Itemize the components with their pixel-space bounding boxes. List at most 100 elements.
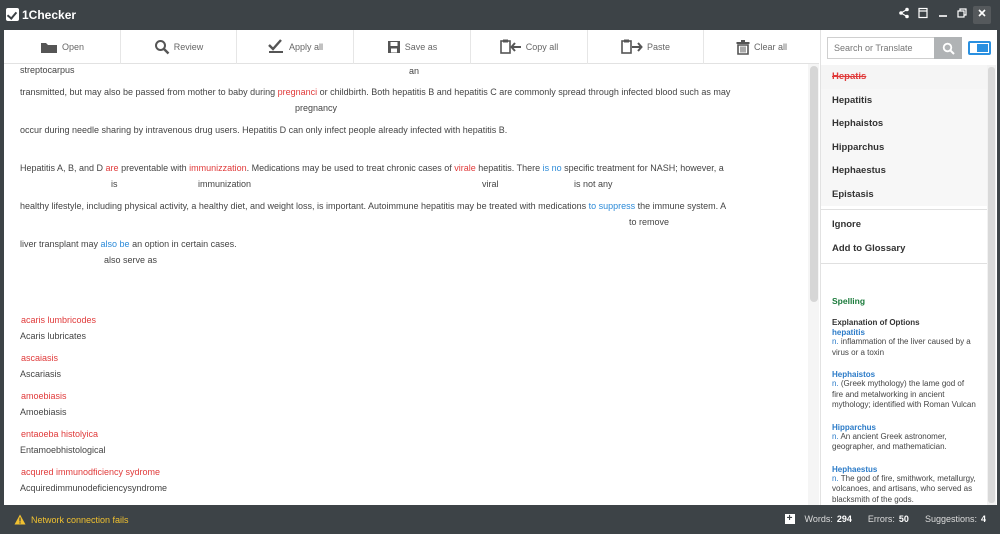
error-word[interactable]: virale: [454, 163, 476, 173]
explanation-def: n. (Greek mythology) the lame god of fir…: [832, 379, 977, 411]
suggestion-label[interactable]: is: [111, 179, 118, 189]
error-word[interactable]: pregnanci: [278, 87, 318, 97]
part-of-speech: n.: [832, 431, 839, 441]
term-error[interactable]: amoebiasis: [21, 391, 67, 401]
explanation-word: Hipparchus: [832, 422, 877, 432]
editor-scrollbar[interactable]: [808, 64, 819, 505]
restore-icon[interactable]: [953, 6, 971, 24]
search-input[interactable]: Search or Translate: [827, 37, 935, 59]
explanation-entry: Hephaistos n. (Greek mythology) the lame…: [832, 370, 977, 411]
clear-all-button[interactable]: Clear all: [704, 30, 819, 64]
suggestion-label[interactable]: is not any: [574, 179, 613, 189]
text-span: Hepatitis A, B, and D: [20, 163, 106, 173]
text-line-5: healthy lifestyle, including physical ac…: [20, 201, 726, 211]
part-of-speech: n.: [832, 473, 839, 483]
text-span: or childbirth. Both hepatitis B and hepa…: [317, 87, 731, 97]
explanation-word: hepatitis: [832, 328, 865, 337]
suggestion-label[interactable]: to remove: [629, 217, 669, 227]
style-issue-word[interactable]: is no: [543, 163, 562, 173]
style-issue-word[interactable]: to suppress: [589, 201, 636, 211]
check-all-icon: [268, 39, 283, 53]
definition-text: The god of fire, smithwork, metallurgy, …: [832, 473, 976, 504]
add-to-glossary-button[interactable]: Add to Glossary: [821, 237, 987, 261]
error-word[interactable]: immunizzation: [189, 163, 247, 173]
document-stats: + Words: 294 Errors: 50 Suggestions: 4: [784, 514, 986, 524]
warning-icon: [14, 514, 26, 525]
text-span: transmitted, but may also be passed from…: [20, 87, 278, 97]
text-editor[interactable]: streptocarpus an transmitted, but may al…: [4, 64, 807, 505]
scrollbar-thumb[interactable]: [988, 67, 995, 503]
term-error[interactable]: ascaiasis: [21, 353, 58, 363]
panel-scrollbar[interactable]: [987, 65, 996, 505]
explanation-def: n. The god of fire, smithwork, metallurg…: [832, 474, 977, 506]
panel-toggle[interactable]: [968, 41, 991, 55]
definition-text: inflammation of the liver caused by a vi…: [832, 337, 971, 357]
open-label: Open: [61, 42, 85, 52]
warning-text: Network connection fails: [31, 514, 129, 525]
term-fix: Acquiredimmunodeficiencysyndrome: [20, 483, 168, 493]
term-fix: Entamoebhistological: [20, 445, 106, 455]
divider: [821, 263, 987, 264]
document-icon[interactable]: [914, 6, 932, 24]
words-count: 294: [836, 514, 852, 524]
open-button[interactable]: Open: [4, 30, 121, 64]
text-line-6: liver transplant may also be an option i…: [20, 239, 237, 249]
title-bar: 1Checker: [0, 0, 1000, 30]
minimize-icon[interactable]: [934, 6, 952, 24]
error-word[interactable]: are: [106, 163, 119, 173]
search-button[interactable]: [934, 37, 962, 59]
errors-count: 50: [898, 514, 909, 524]
term-fix: Ascariasis: [20, 369, 62, 379]
app-title: 1Checker: [22, 8, 77, 22]
save-as-button[interactable]: Save as: [354, 30, 471, 64]
explanation-entry: hepatitis n. inflammation of the liver c…: [832, 328, 977, 358]
explanation-def: n. An ancient Greek astronomer, geograph…: [832, 432, 977, 453]
ignore-button[interactable]: Ignore: [821, 213, 987, 237]
explanation-word: Hephaestus: [832, 464, 878, 474]
suggestion-label[interactable]: immunization: [198, 179, 251, 189]
review-label: Review: [173, 42, 204, 52]
suggestion-panel: Search or Translate Hepatis Hepatitis He…: [820, 30, 997, 505]
suggestions-label: Suggestions:: [924, 514, 977, 524]
text-span: preventable with: [118, 163, 190, 173]
expand-icon[interactable]: +: [784, 514, 795, 524]
explanation-entry: Hipparchus n. An ancient Greek astronome…: [832, 423, 977, 453]
search-icon: [942, 42, 955, 55]
suggestion-label[interactable]: viral: [482, 179, 499, 189]
suggestion-label[interactable]: also serve as: [104, 255, 157, 265]
term-error[interactable]: entaoeba histolyica: [21, 429, 98, 439]
magnifier-icon: [154, 40, 170, 55]
close-icon[interactable]: [973, 6, 991, 24]
suggestion-item[interactable]: Hepatitis: [821, 88, 987, 112]
suggestion-item[interactable]: Hipparchus: [821, 135, 987, 159]
text-span: specific treatment for NASH; however, a: [561, 163, 724, 173]
explanation-word: Hephaistos: [832, 370, 876, 379]
scrollbar-thumb[interactable]: [810, 66, 818, 302]
app-logo-icon: [6, 8, 19, 21]
text-span: an option in certain cases.: [129, 239, 237, 249]
definition-text: (Greek mythology) the lame god of fire a…: [832, 379, 976, 409]
suggestion-label[interactable]: pregnancy: [295, 103, 337, 113]
suggestion-item[interactable]: Epistasis: [821, 182, 987, 206]
text-span: liver transplant may: [20, 239, 101, 249]
text-line-2: transmitted, but may also be passed from…: [20, 87, 730, 97]
review-button[interactable]: Review: [121, 30, 237, 64]
text-line-4: Hepatitis A, B, and D are preventable wi…: [20, 163, 724, 173]
copy-icon: [499, 39, 521, 54]
copy-all-button[interactable]: Copy all: [471, 30, 588, 64]
apply-all-button[interactable]: Apply all: [237, 30, 354, 64]
style-issue-word[interactable]: also be: [101, 239, 130, 249]
explanation-entry: Hephaestus n. The god of fire, smithwork…: [832, 465, 977, 506]
suggestion-label[interactable]: an: [409, 66, 419, 76]
suggestion-item[interactable]: Hephaistos: [821, 112, 987, 136]
status-bar: Network connection fails + Words: 294 Er…: [0, 505, 1000, 534]
suggestion-item[interactable]: Hephaestus: [821, 159, 987, 183]
paste-button[interactable]: Paste: [588, 30, 704, 64]
text-line-3: occur during needle sharing by intraveno…: [20, 125, 507, 135]
share-icon[interactable]: [895, 6, 913, 24]
save-icon: [387, 41, 400, 53]
network-warning: Network connection fails: [14, 514, 129, 525]
term-error[interactable]: acaris lumbricodes: [21, 315, 96, 325]
term-error[interactable]: acqured immunodficiency sydrome: [21, 467, 160, 477]
text-span: . Medications may be used to treat chron…: [246, 163, 455, 173]
